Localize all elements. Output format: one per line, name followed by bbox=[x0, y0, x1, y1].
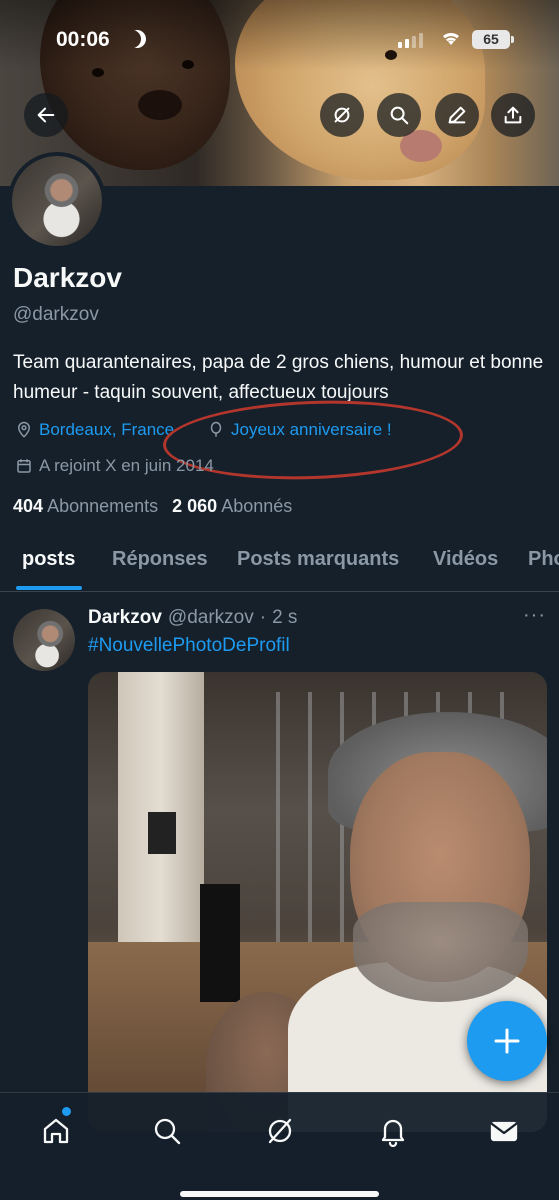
search-button[interactable] bbox=[377, 93, 421, 137]
post-author-handle[interactable]: @darkzov bbox=[168, 607, 254, 629]
battery-indicator: 65 bbox=[472, 30, 514, 49]
tab-posts[interactable]: posts bbox=[22, 548, 75, 571]
home-indicator bbox=[180, 1191, 379, 1197]
status-time: 00:06 bbox=[56, 28, 110, 51]
grok-button[interactable] bbox=[320, 93, 364, 137]
calendar-icon bbox=[17, 459, 31, 473]
bell-icon bbox=[381, 1119, 405, 1147]
joined-text: A rejoint X en juin 2014 bbox=[39, 456, 214, 475]
nav-home[interactable] bbox=[36, 1111, 76, 1151]
post-hashtag[interactable]: #NouvellePhotoDeProfil bbox=[88, 635, 290, 657]
tab-replies[interactable]: Réponses bbox=[112, 548, 208, 571]
nav-grok[interactable] bbox=[260, 1111, 300, 1151]
profile-handle: @darkzov bbox=[13, 304, 99, 325]
tab-photos[interactable]: Pho bbox=[528, 548, 559, 571]
profile-bio: Team quarantenaires, papa de 2 gros chie… bbox=[13, 352, 544, 403]
post-author-name[interactable]: Darkzov bbox=[88, 607, 162, 629]
signal-icon bbox=[398, 32, 423, 48]
following-label: Abonnements bbox=[47, 496, 159, 516]
tab-videos[interactable]: Vidéos bbox=[433, 548, 498, 571]
profile-name: Darkzov bbox=[13, 262, 122, 293]
profile-location[interactable]: Bordeaux, France bbox=[15, 420, 174, 440]
home-icon bbox=[43, 1118, 69, 1144]
search-icon bbox=[390, 106, 409, 125]
bottom-navigation bbox=[0, 1092, 559, 1200]
arrow-left-icon bbox=[37, 107, 55, 123]
following-count: 404 bbox=[13, 496, 44, 516]
post-author-avatar[interactable] bbox=[13, 609, 75, 671]
profile-avatar[interactable] bbox=[8, 152, 106, 250]
post-more-button[interactable]: ··· bbox=[523, 604, 546, 627]
profile-tabs: posts Réponses Posts marquants Vidéos Ph… bbox=[0, 530, 559, 592]
nav-messages[interactable] bbox=[484, 1111, 524, 1151]
active-tab-indicator bbox=[16, 586, 82, 590]
tab-highlights[interactable]: Posts marquants bbox=[237, 548, 399, 571]
compose-button[interactable] bbox=[467, 1001, 547, 1081]
follow-counts: 404 Abonnements 2 060 Abonnés bbox=[13, 496, 292, 517]
share-button[interactable] bbox=[491, 93, 535, 137]
following-link[interactable]: 404 Abonnements bbox=[13, 496, 158, 517]
status-bar: 00:06 65 bbox=[0, 28, 559, 58]
nav-notifications[interactable] bbox=[373, 1111, 413, 1151]
share-icon bbox=[504, 106, 522, 124]
followers-label: Abonnés bbox=[221, 496, 293, 516]
back-button[interactable] bbox=[24, 93, 68, 137]
search-icon bbox=[154, 1118, 181, 1145]
followers-count: 2 060 bbox=[172, 496, 218, 516]
grok-icon bbox=[268, 1118, 292, 1144]
post-header: Darkzov @darkzov · 2 s bbox=[88, 607, 297, 629]
post-time[interactable]: 2 s bbox=[272, 607, 297, 629]
envelope-icon bbox=[490, 1121, 518, 1142]
moon-icon bbox=[128, 30, 146, 48]
nav-search[interactable] bbox=[147, 1111, 187, 1151]
followers-link[interactable]: 2 060 Abonnés bbox=[172, 496, 292, 517]
location-pin-icon bbox=[17, 421, 31, 438]
location-text[interactable]: Bordeaux, France bbox=[39, 420, 174, 440]
post-separator: · bbox=[259, 607, 267, 628]
grok-icon bbox=[334, 107, 350, 123]
home-notification-dot bbox=[62, 1107, 71, 1116]
wifi-icon bbox=[441, 30, 461, 51]
profile-joined: A rejoint X en juin 2014 bbox=[15, 456, 214, 476]
plus-icon bbox=[494, 1028, 520, 1054]
edit-button[interactable] bbox=[435, 93, 479, 137]
pencil-icon bbox=[448, 106, 466, 124]
